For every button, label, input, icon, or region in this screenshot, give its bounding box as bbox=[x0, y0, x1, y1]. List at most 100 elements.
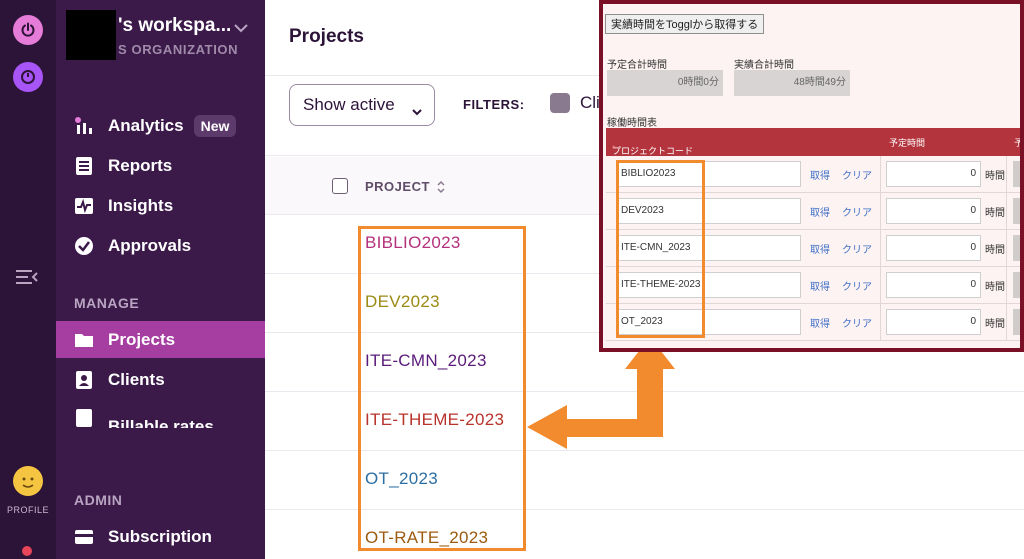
workspace-organization: S ORGANIZATION bbox=[118, 42, 239, 57]
new-badge: New bbox=[193, 115, 237, 137]
actual-total-label: 実績合計時間 bbox=[734, 60, 794, 71]
credit-card-icon bbox=[74, 527, 94, 547]
divider bbox=[1006, 193, 1007, 230]
sidebar-item-insights[interactable]: Insights bbox=[56, 188, 265, 224]
fetch-link[interactable]: 取得 bbox=[810, 204, 830, 219]
planned-hours-input[interactable]: 0 bbox=[886, 309, 981, 335]
clear-link[interactable]: クリア bbox=[842, 167, 872, 182]
clear-link[interactable]: クリア bbox=[842, 278, 872, 293]
divider bbox=[1006, 230, 1007, 267]
reports-icon bbox=[74, 156, 94, 176]
chevron-down-icon[interactable] bbox=[234, 20, 248, 33]
annotation-highlight-box bbox=[358, 226, 526, 551]
planned-total-value: 0時間0分 bbox=[607, 70, 723, 96]
timer-icon[interactable] bbox=[13, 62, 43, 92]
sidebar-item-reports[interactable]: Reports bbox=[56, 148, 265, 184]
sidebar-item-label: Approvals bbox=[108, 236, 192, 255]
clients-icon bbox=[74, 370, 94, 390]
workspace-avatar-redacted bbox=[66, 10, 116, 60]
clear-link[interactable]: クリア bbox=[842, 204, 872, 219]
timesheet-table-header: プロジェクトコード * 予定時間 予 bbox=[606, 128, 1024, 156]
divider bbox=[1006, 304, 1007, 341]
billable-rates-icon bbox=[74, 408, 94, 428]
clear-link[interactable]: クリア bbox=[842, 315, 872, 330]
planned-hours-input[interactable]: 0 bbox=[886, 198, 981, 224]
hours-unit: 時間 bbox=[985, 208, 1005, 219]
divider bbox=[1006, 267, 1007, 304]
sidebar: 's workspa... S ORGANIZATION Analytics N… bbox=[56, 0, 265, 559]
sidebar-item-label: Clients bbox=[108, 370, 165, 389]
client-icon bbox=[550, 93, 570, 113]
sidebar-item-label: Billable rates bbox=[108, 417, 214, 428]
annotation-highlight-box-inset bbox=[616, 160, 705, 338]
folder-icon bbox=[74, 330, 94, 350]
hours-unit: 時間 bbox=[985, 282, 1005, 293]
fetch-link[interactable]: 取得 bbox=[810, 278, 830, 293]
sidebar-item-label: Reports bbox=[108, 156, 173, 175]
planned-hours-input[interactable]: 0 bbox=[886, 272, 981, 298]
divider bbox=[1006, 156, 1007, 193]
fetch-from-toggl-button[interactable]: 実績時間をTogglから取得する bbox=[605, 14, 765, 34]
show-active-dropdown[interactable]: Show active bbox=[289, 84, 435, 126]
annotation-arrow-icon bbox=[527, 337, 675, 449]
profile-avatar[interactable] bbox=[13, 466, 43, 496]
sidebar-item-label: Insights bbox=[108, 196, 174, 215]
section-label-manage: MANAGE bbox=[74, 295, 140, 311]
next-column-stub bbox=[1013, 161, 1020, 187]
sidebar-item-label: Subscription bbox=[108, 527, 212, 546]
client-filter[interactable]: Cli bbox=[550, 93, 600, 113]
divider bbox=[880, 230, 881, 267]
collapse-sidebar-icon[interactable] bbox=[14, 266, 40, 288]
divider bbox=[880, 267, 881, 304]
divider bbox=[880, 156, 881, 193]
chevron-down-icon bbox=[412, 101, 422, 116]
insights-icon bbox=[74, 196, 94, 216]
next-column-stub bbox=[1013, 272, 1020, 298]
show-active-label: Show active bbox=[303, 95, 395, 114]
clear-link[interactable]: クリア bbox=[842, 241, 872, 256]
sidebar-item-approvals[interactable]: Approvals bbox=[56, 228, 265, 264]
icon-rail: PROFILE bbox=[0, 0, 56, 559]
screenshot-root: PROFILE 's workspa... S ORGANIZATION Ana… bbox=[0, 0, 1024, 559]
actual-total-value: 48時間49分 bbox=[734, 70, 850, 96]
hours-unit: 時間 bbox=[985, 171, 1005, 182]
profile-label[interactable]: PROFILE bbox=[0, 505, 56, 515]
approvals-check-icon bbox=[74, 236, 94, 256]
sidebar-item-projects[interactable]: Projects bbox=[56, 321, 265, 358]
sidebar-item-analytics[interactable]: Analytics New bbox=[56, 108, 265, 144]
page-title: Projects bbox=[289, 26, 364, 47]
planned-total-label: 予定合計時間 bbox=[607, 60, 667, 71]
divider bbox=[880, 193, 881, 230]
next-column-stub bbox=[1013, 198, 1020, 224]
sidebar-item-label: Projects bbox=[108, 329, 176, 349]
hours-unit: 時間 bbox=[985, 245, 1005, 256]
sort-icon bbox=[436, 180, 446, 194]
timesheet-table-label: 稼働時間表 bbox=[607, 118, 657, 129]
client-filter-label: Cli bbox=[580, 93, 600, 112]
select-all-checkbox[interactable] bbox=[332, 178, 348, 194]
sidebar-item-clients[interactable]: Clients bbox=[56, 362, 265, 398]
planned-hours-input[interactable]: 0 bbox=[886, 235, 981, 261]
power-icon[interactable] bbox=[13, 15, 43, 45]
workspace-name[interactable]: 's workspa... bbox=[118, 15, 231, 37]
divider bbox=[880, 304, 881, 341]
column-header-label: PROJECT bbox=[365, 179, 430, 194]
next-column-stub bbox=[1013, 309, 1020, 335]
fetch-link[interactable]: 取得 bbox=[810, 241, 830, 256]
section-label-admin: ADMIN bbox=[74, 492, 123, 508]
sidebar-item-label: Analytics bbox=[108, 116, 184, 135]
filters-label: FILTERS: bbox=[463, 97, 525, 112]
timesheet-inset-panel: 実績時間をTogglから取得する 予定合計時間 実績合計時間 0時間0分 48時… bbox=[599, 0, 1024, 352]
hours-unit: 時間 bbox=[985, 319, 1005, 330]
column-header-project[interactable]: PROJECT bbox=[365, 179, 446, 194]
column-header-planned-hours: 予定時間 bbox=[889, 138, 926, 148]
column-header-stub: 予 bbox=[1014, 138, 1024, 148]
sidebar-item-subscription[interactable]: Subscription bbox=[56, 519, 265, 555]
fetch-link[interactable]: 取得 bbox=[810, 167, 830, 182]
analytics-icon bbox=[74, 116, 94, 136]
next-column-stub bbox=[1013, 235, 1020, 261]
sidebar-item-billable-rates[interactable]: Billable rates bbox=[56, 402, 265, 428]
notification-dot-icon bbox=[22, 546, 32, 556]
fetch-link[interactable]: 取得 bbox=[810, 315, 830, 330]
planned-hours-input[interactable]: 0 bbox=[886, 161, 981, 187]
